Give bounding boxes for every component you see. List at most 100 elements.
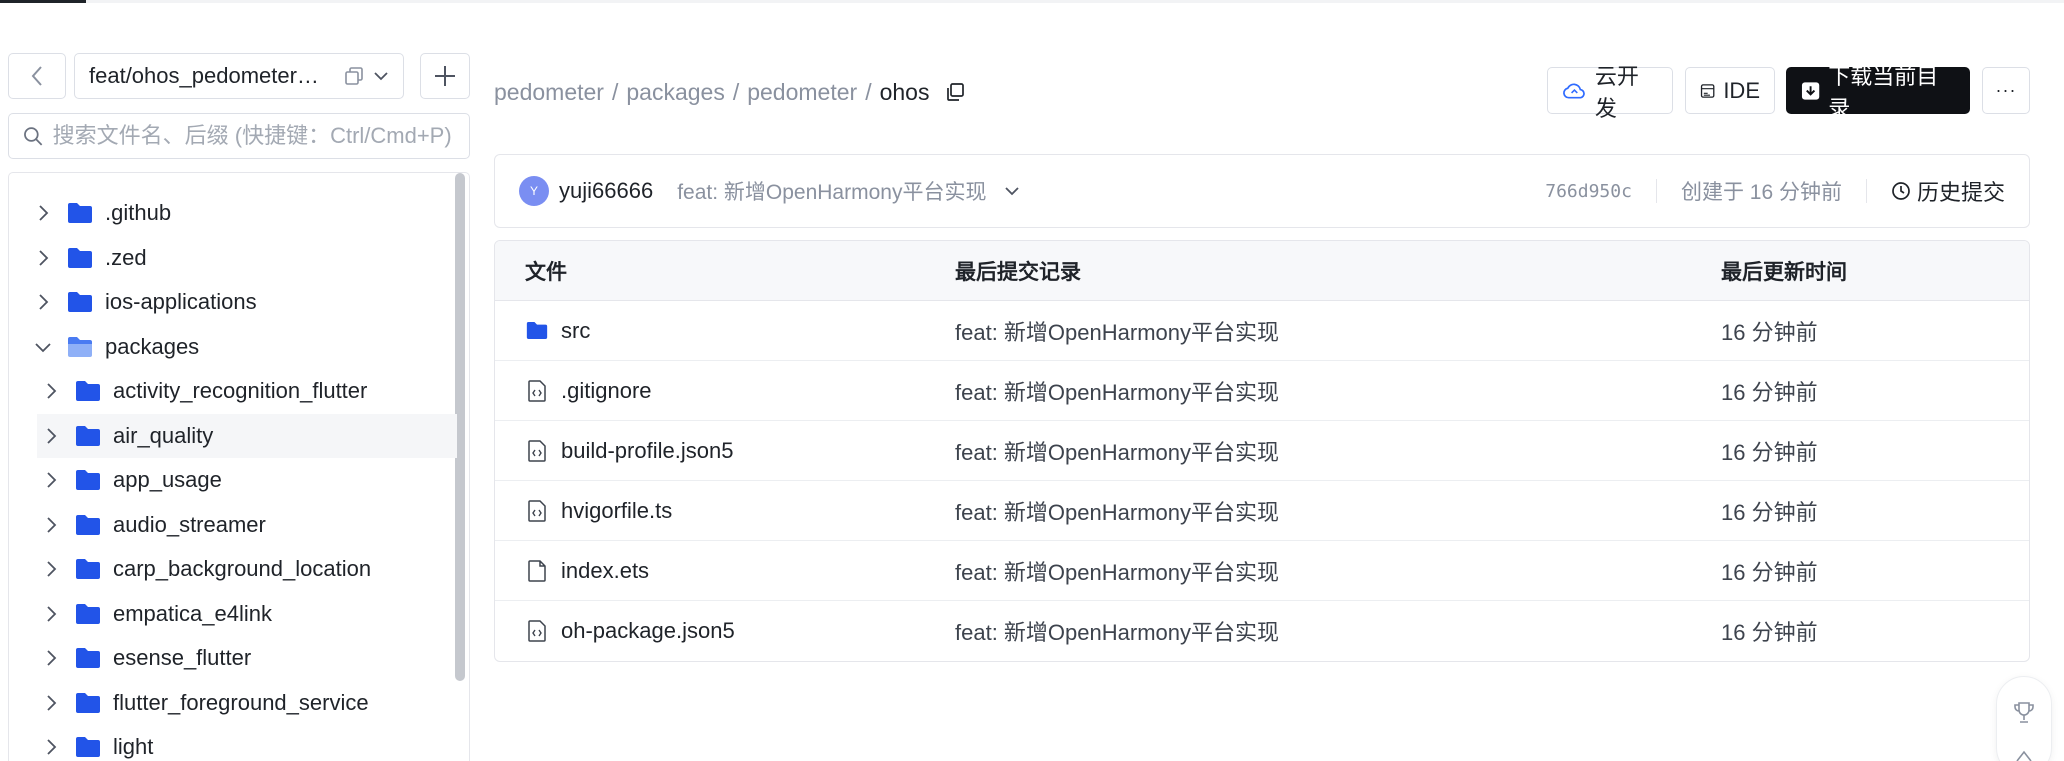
cloud-dev-button[interactable]: 云开发: [1547, 64, 1673, 121]
table-row[interactable]: src feat: 新增OpenHarmony平台实现 16 分钟前: [495, 301, 2029, 361]
code-file-icon: [525, 439, 549, 462]
tree-item[interactable]: audio_streamer: [37, 503, 457, 547]
breadcrumb-item[interactable]: packages: [626, 79, 724, 106]
trophy-icon[interactable]: [2013, 701, 2035, 725]
more-button[interactable]: ···: [1982, 67, 2030, 114]
tree-item[interactable]: esense_flutter: [37, 636, 457, 680]
chevron-right-icon[interactable]: [37, 694, 65, 712]
history-button[interactable]: 历史提交: [1891, 175, 2005, 207]
tree-item[interactable]: .github: [29, 191, 449, 235]
commit-author[interactable]: yuji66666: [559, 178, 653, 204]
active-tab-indicator: [0, 0, 86, 3]
file-search[interactable]: [8, 113, 470, 159]
updated-cell: 16 分钟前: [1721, 375, 2029, 407]
ide-button[interactable]: IDE: [1685, 67, 1775, 114]
chevron-right-icon[interactable]: [37, 738, 65, 756]
file-commit-message[interactable]: feat: 新增OpenHarmony平台实现: [955, 440, 1279, 465]
file-commit-message[interactable]: feat: 新增OpenHarmony平台实现: [955, 380, 1279, 405]
header-updated: 最后更新时间: [1721, 260, 1847, 284]
tree-item-label: air_quality: [113, 422, 214, 448]
search-input[interactable]: [52, 123, 455, 149]
table-row[interactable]: index.ets feat: 新增OpenHarmony平台实现 16 分钟前: [495, 541, 2029, 601]
tree-item[interactable]: ios-applications: [29, 280, 449, 324]
tree-item[interactable]: carp_background_location: [37, 547, 457, 591]
tree-item[interactable]: .zed: [29, 236, 449, 280]
chevron-right-icon[interactable]: [37, 382, 65, 400]
download-icon: [1801, 81, 1820, 100]
folder-open-icon: [67, 336, 93, 358]
table-row[interactable]: .gitignore feat: 新增OpenHarmony平台实现 16 分钟前: [495, 361, 2029, 421]
cloud-dev-label: 云开发: [1594, 63, 1639, 121]
add-button[interactable]: [420, 53, 470, 99]
chevron-right-icon[interactable]: [29, 249, 57, 267]
tree-item-label: light: [113, 734, 154, 759]
table-row[interactable]: oh-package.json5 feat: 新增OpenHarmony平台实现 1…: [495, 601, 2029, 661]
tree-item[interactable]: air_quality: [37, 413, 457, 458]
tree-item[interactable]: flutter_foreground_service: [37, 681, 457, 725]
chevron-down-icon[interactable]: [29, 341, 57, 353]
chevron-right-icon[interactable]: [29, 204, 57, 222]
last-commit-cell: feat: 新增OpenHarmony平台实现: [955, 435, 1721, 467]
folder-icon: [67, 202, 93, 224]
file-commit-message[interactable]: feat: 新增OpenHarmony平台实现: [955, 620, 1279, 645]
chevron-right-icon[interactable]: [37, 516, 65, 534]
download-directory-button[interactable]: 下载当前目录: [1786, 64, 1970, 121]
file-name[interactable]: index.ets: [561, 558, 649, 584]
chevron-down-icon[interactable]: [1004, 186, 1020, 196]
breadcrumb: pedometer / packages / pedometer / ohos: [494, 76, 965, 108]
breadcrumb-item[interactable]: pedometer: [494, 79, 604, 106]
chevron-right-icon[interactable]: [37, 605, 65, 623]
chevron-right-icon[interactable]: [37, 649, 65, 667]
branch-selector[interactable]: feat/ohos_pedometer…: [74, 53, 404, 99]
tree-item[interactable]: light: [37, 725, 457, 761]
tool-icon[interactable]: [2015, 749, 2033, 761]
file-commit-message[interactable]: feat: 新增OpenHarmony平台实现: [955, 500, 1279, 525]
tree-item[interactable]: activity_recognition_flutter: [37, 369, 457, 413]
file-updated-time: 16 分钟前: [1721, 499, 1818, 525]
updated-cell: 16 分钟前: [1721, 615, 2029, 647]
folder-icon: [525, 321, 549, 340]
last-commit-cell: feat: 新增OpenHarmony平台实现: [955, 375, 1721, 407]
commit-hash[interactable]: 766d950c: [1545, 181, 1632, 202]
file-name[interactable]: .gitignore: [561, 378, 652, 404]
chevron-right-icon[interactable]: [37, 427, 65, 445]
tree-item[interactable]: empatica_e4link: [37, 592, 457, 636]
file-name[interactable]: oh-package.json5: [561, 618, 735, 644]
breadcrumb-item[interactable]: pedometer: [747, 79, 857, 106]
tree-item[interactable]: packages: [29, 325, 449, 369]
chevron-down-icon: [373, 71, 389, 81]
file-name[interactable]: build-profile.json5: [561, 438, 733, 464]
tree-item-label: flutter_foreground_service: [113, 689, 369, 715]
file-cell: oh-package.json5: [495, 618, 955, 644]
chevron-right-icon[interactable]: [37, 471, 65, 489]
file-name[interactable]: src: [561, 318, 590, 344]
file-icon: [525, 559, 549, 582]
commit-message[interactable]: feat: 新增OpenHarmony平台实现: [677, 176, 986, 206]
file-commit-message[interactable]: feat: 新增OpenHarmony平台实现: [955, 560, 1279, 585]
folder-icon: [67, 291, 93, 313]
table-row[interactable]: hvigorfile.ts feat: 新增OpenHarmony平台实现 16 分…: [495, 481, 2029, 541]
folder-icon: [75, 736, 101, 758]
folder-icon: [75, 514, 101, 536]
avatar[interactable]: Y: [519, 176, 549, 206]
last-commit-cell: feat: 新增OpenHarmony平台实现: [955, 315, 1721, 347]
file-commit-message[interactable]: feat: 新增OpenHarmony平台实现: [955, 320, 1279, 345]
copy-path-icon[interactable]: [945, 82, 965, 102]
latest-commit-bar: Y yuji66666 feat: 新增OpenHarmony平台实现 766d…: [494, 154, 2030, 228]
file-table: 文件 最后提交记录 最后更新时间 src feat: 新增OpenHarmony平…: [494, 240, 2030, 662]
folder-icon: [75, 647, 101, 669]
tree-item[interactable]: app_usage: [37, 458, 457, 502]
breadcrumb-separator: /: [732, 78, 740, 105]
search-icon: [24, 127, 43, 146]
table-row[interactable]: build-profile.json5 feat: 新增OpenHarmony平台…: [495, 421, 2029, 481]
code-file-icon: [525, 499, 549, 522]
file-name[interactable]: hvigorfile.ts: [561, 498, 672, 524]
chevron-right-icon[interactable]: [37, 560, 65, 578]
last-commit-cell: feat: 新增OpenHarmony平台实现: [955, 555, 1721, 587]
chevron-right-icon[interactable]: [29, 293, 57, 311]
file-updated-time: 16 分钟前: [1721, 379, 1818, 405]
back-button[interactable]: [8, 53, 66, 99]
updated-cell: 16 分钟前: [1721, 495, 2029, 527]
breadcrumb-separator: /: [865, 78, 872, 105]
copy-branch-icon[interactable]: [345, 67, 363, 85]
